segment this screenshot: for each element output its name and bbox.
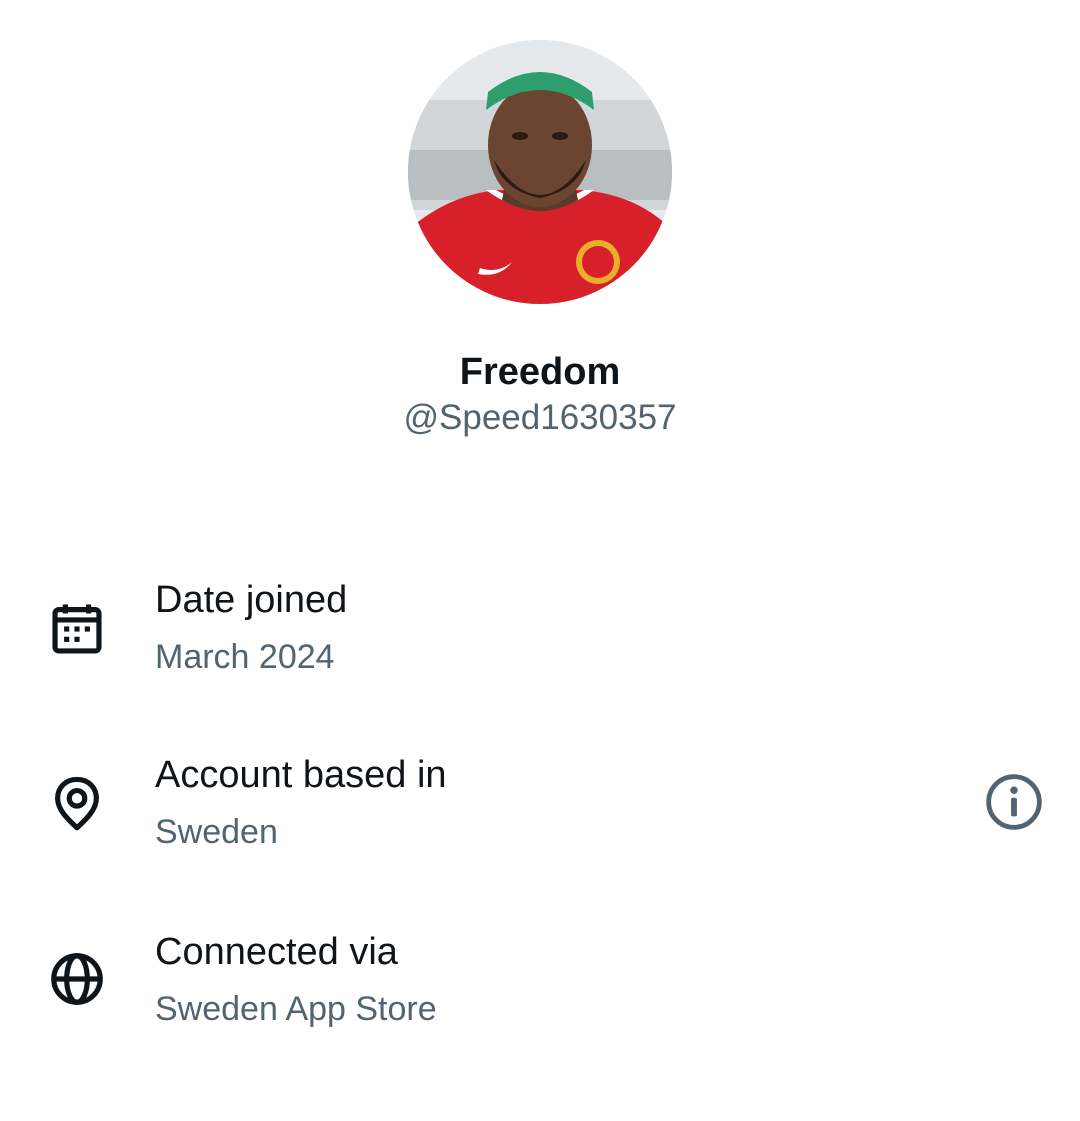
info-icon[interactable]	[982, 770, 1046, 834]
user-handle: @Speed1630357	[403, 398, 677, 437]
date-joined-value: March 2024	[155, 638, 335, 676]
detail-row-account-based-in: Account based in Sweden	[0, 745, 1080, 855]
calendar-icon	[52, 604, 102, 654]
detail-row-date-joined: Date joined March 2024	[0, 570, 1080, 680]
date-joined-label: Date joined	[155, 579, 348, 621]
avatar-image	[408, 40, 672, 304]
connected-via-value: Sweden App Store	[155, 990, 437, 1028]
display-name: Freedom	[459, 351, 621, 393]
detail-row-connected-via: Connected via Sweden App Store	[0, 922, 1080, 1032]
about-account-page: Freedom @Speed1630357 Date joined March …	[0, 0, 1080, 1121]
account-based-in-label: Account based in	[155, 754, 447, 796]
location-pin-icon	[55, 776, 99, 831]
connected-via-label: Connected via	[155, 931, 398, 973]
globe-icon	[51, 953, 103, 1005]
avatar[interactable]	[408, 40, 672, 304]
account-based-in-value: Sweden	[155, 813, 278, 851]
